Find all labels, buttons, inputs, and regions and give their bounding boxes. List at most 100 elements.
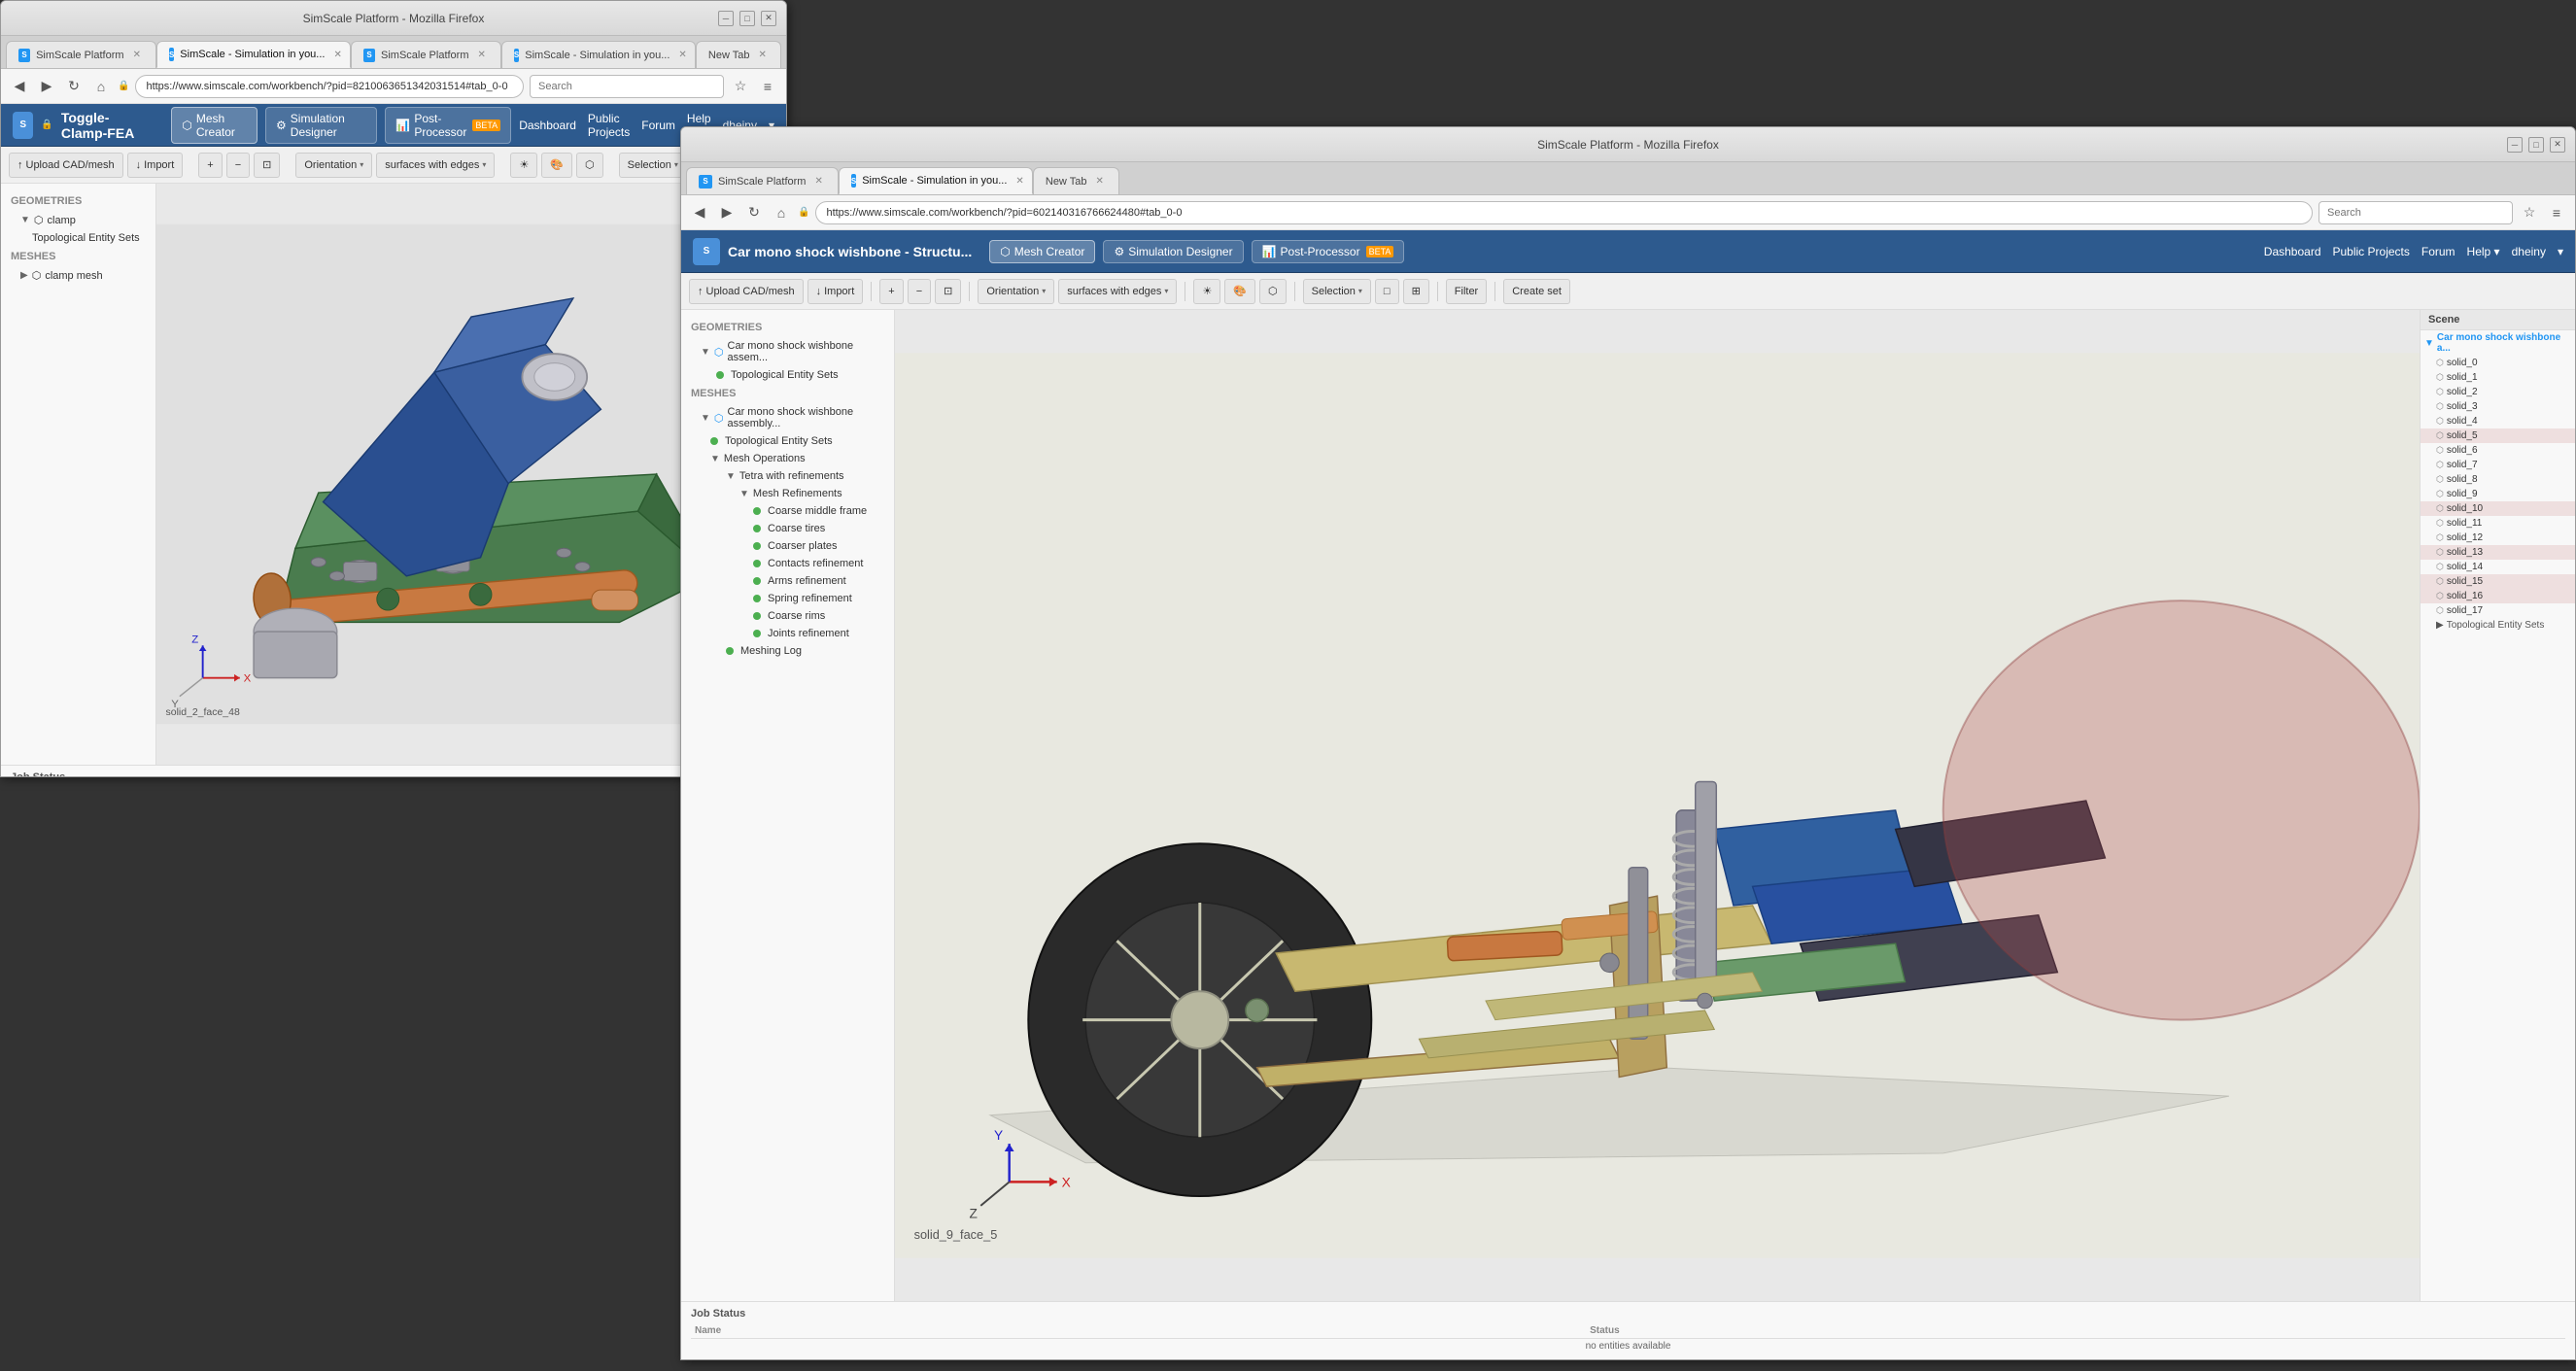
maximize-btn-2[interactable]: □ <box>2528 137 2544 153</box>
url-input-2[interactable] <box>815 201 2313 224</box>
scene-item-topo-2[interactable]: ▶ Topological Entity Sets <box>2421 618 2575 633</box>
scene-item-solid8[interactable]: ⬡ solid_8 <box>2421 472 2575 487</box>
dashboard-link-1[interactable]: Dashboard <box>519 119 576 132</box>
sidebar-mesh-2[interactable]: ▼ ⬡ Car mono shock wishbone assembly... <box>681 403 894 432</box>
tab-2-close-3[interactable]: ✕ <box>1092 175 1106 188</box>
scene-item-solid3[interactable]: ⬡ solid_3 <box>2421 399 2575 414</box>
reload-btn-1[interactable]: ↻ <box>63 76 85 97</box>
orientation-btn-2[interactable]: Orientation ▾ <box>978 279 1054 304</box>
bg-btn-2[interactable]: 🎨 <box>1224 279 1255 304</box>
scene-item-solid6[interactable]: ⬡ solid_6 <box>2421 443 2575 458</box>
scene-item-solid13[interactable]: ⬡ solid_13 <box>2421 545 2575 560</box>
tab-1-simscale[interactable]: S SimScale Platform ✕ <box>6 41 156 68</box>
dashboard-link-2[interactable]: Dashboard <box>2264 245 2321 258</box>
reload-btn-2[interactable]: ↻ <box>743 202 765 223</box>
sidebar-arms-2[interactable]: Arms refinement <box>681 572 894 590</box>
sidebar-tetra-2[interactable]: ▼ Tetra with refinements <box>681 467 894 485</box>
menu-btn-2[interactable]: ≡ <box>2546 202 2567 223</box>
view-mode-btn-2[interactable]: surfaces with edges ▾ <box>1058 279 1177 304</box>
sidebar-mesh-1[interactable]: ▶ ⬡ clamp mesh <box>1 266 155 285</box>
zoom-in-btn-1[interactable]: + <box>198 153 222 178</box>
sidebar-topo-sets-1[interactable]: Topological Entity Sets <box>1 229 155 247</box>
forum-link-2[interactable]: Forum <box>2421 245 2456 258</box>
tab-close-4[interactable]: ✕ <box>675 49 689 61</box>
sidebar-geometry-1[interactable]: ▼ ⬡ clamp <box>1 211 155 229</box>
sidebar-topo-2[interactable]: Topological Entity Sets <box>681 366 894 384</box>
light-btn-2[interactable]: ☀ <box>1193 279 1220 304</box>
public-projects-link-2[interactable]: Public Projects <box>2333 245 2410 258</box>
back-btn-2[interactable]: ◀ <box>689 202 710 223</box>
select-mode-btn-2[interactable]: □ <box>1375 279 1399 304</box>
filter-btn-2[interactable]: Filter <box>1446 279 1487 304</box>
forward-btn-2[interactable]: ▶ <box>716 202 738 223</box>
zoom-fit-btn-2[interactable]: ⊡ <box>935 279 961 304</box>
sidebar-mesh-topo-2[interactable]: Topological Entity Sets <box>681 432 894 450</box>
minimize-btn-2[interactable]: ─ <box>2507 137 2523 153</box>
scene-item-solid9[interactable]: ⬡ solid_9 <box>2421 487 2575 501</box>
wireframe-btn-2[interactable]: ⬡ <box>1259 279 1287 304</box>
scene-item-solid4[interactable]: ⬡ solid_4 <box>2421 414 2575 428</box>
scene-item-solid10[interactable]: ⬡ solid_10 <box>2421 501 2575 516</box>
search-input-1[interactable] <box>530 75 724 98</box>
sidebar-coarse-tires-2[interactable]: Coarse tires <box>681 520 894 537</box>
orientation-btn-1[interactable]: Orientation ▾ <box>295 153 372 178</box>
scene-item-solid17[interactable]: ⬡ solid_17 <box>2421 603 2575 618</box>
help-link-2[interactable]: Help ▾ <box>2467 245 2500 258</box>
sidebar-mesh-ops-2[interactable]: ▼ Mesh Operations <box>681 450 894 467</box>
sidebar-joints-2[interactable]: Joints refinement <box>681 625 894 642</box>
tab-close-5[interactable]: ✕ <box>756 49 770 61</box>
select-mode2-btn-2[interactable]: ⊞ <box>1403 279 1429 304</box>
scene-item-solid14[interactable]: ⬡ solid_14 <box>2421 560 2575 574</box>
scene-item-solid7[interactable]: ⬡ solid_7 <box>2421 458 2575 472</box>
view-mode-btn-1[interactable]: surfaces with edges ▾ <box>376 153 495 178</box>
forward-btn-1[interactable]: ▶ <box>36 76 57 97</box>
import-btn-2[interactable]: ↓ Import <box>807 279 864 304</box>
viewport-2[interactable]: X Y Z solid_9_face_5 <box>895 310 2420 1301</box>
sidebar-geometry-2[interactable]: ▼ ⬡ Car mono shock wishbone assem... <box>681 337 894 366</box>
forum-link-1[interactable]: Forum <box>641 119 675 132</box>
scene-item-solid2[interactable]: ⬡ solid_2 <box>2421 385 2575 399</box>
scene-item-solid11[interactable]: ⬡ solid_11 <box>2421 516 2575 531</box>
sidebar-contacts-2[interactable]: Contacts refinement <box>681 555 894 572</box>
user-dropdown-2[interactable]: ▾ <box>2558 245 2563 258</box>
tab-1-simscale2[interactable]: S SimScale Platform ✕ <box>351 41 501 68</box>
bg-btn-1[interactable]: 🎨 <box>541 153 572 178</box>
tab-1-simulation[interactable]: S SimScale - Simulation in you... ✕ <box>156 41 351 68</box>
sidebar-coarse-frame-2[interactable]: Coarse middle frame <box>681 502 894 520</box>
tab-1-simulation2[interactable]: S SimScale - Simulation in you... ✕ <box>501 41 696 68</box>
post-processor-btn-2[interactable]: 📊 Post-Processor BETA <box>1252 240 1405 263</box>
sim-designer-btn-1[interactable]: ⚙ Simulation Designer <box>265 107 377 144</box>
mesh-creator-btn-1[interactable]: ⬡ Mesh Creator <box>171 107 258 144</box>
post-processor-btn-1[interactable]: 📊 Post-Processor BETA <box>385 107 511 144</box>
home-btn-1[interactable]: ⌂ <box>90 76 112 97</box>
tab-2-close-2[interactable]: ✕ <box>1013 175 1026 188</box>
mesh-creator-btn-2[interactable]: ⬡ Mesh Creator <box>989 240 1095 263</box>
tab-close-1[interactable]: ✕ <box>130 49 144 61</box>
sidebar-coarser-plates-2[interactable]: Coarser plates <box>681 537 894 555</box>
create-set-btn-2[interactable]: Create set <box>1503 279 1570 304</box>
tab-2-simscale[interactable]: S SimScale Platform ✕ <box>686 167 839 194</box>
zoom-fit-btn-1[interactable]: ⊡ <box>254 153 280 178</box>
selection-btn-1[interactable]: Selection ▾ <box>619 153 687 178</box>
sidebar-spring-2[interactable]: Spring refinement <box>681 590 894 607</box>
window-controls-2[interactable]: ─ □ ✕ <box>2507 137 2565 153</box>
home-btn-2[interactable]: ⌂ <box>771 202 792 223</box>
menu-btn-1[interactable]: ≡ <box>757 76 778 97</box>
close-btn-1[interactable]: ✕ <box>761 11 776 26</box>
tab-close-3[interactable]: ✕ <box>475 49 489 61</box>
search-input-2[interactable] <box>2318 201 2513 224</box>
scene-item-solid12[interactable]: ⬡ solid_12 <box>2421 531 2575 545</box>
tab-close-2[interactable]: ✕ <box>330 49 344 61</box>
light-btn-1[interactable]: ☀ <box>510 153 537 178</box>
back-btn-1[interactable]: ◀ <box>9 76 30 97</box>
tab-2-simulation[interactable]: S SimScale - Simulation in you... ✕ <box>839 167 1033 194</box>
close-btn-2[interactable]: ✕ <box>2550 137 2565 153</box>
public-projects-link-1[interactable]: Public Projects <box>588 112 630 139</box>
scene-root-2[interactable]: ▼ Car mono shock wishbone a... <box>2421 330 2575 356</box>
selection-btn-2[interactable]: Selection ▾ <box>1303 279 1371 304</box>
tab-1-newtab[interactable]: New Tab ✕ <box>696 41 781 68</box>
scene-item-solid1[interactable]: ⬡ solid_1 <box>2421 370 2575 385</box>
upload-cad-btn-2[interactable]: ↑ Upload CAD/mesh <box>689 279 804 304</box>
tab-2-newtab[interactable]: New Tab ✕ <box>1033 167 1119 194</box>
scene-item-solid0[interactable]: ⬡ solid_0 <box>2421 356 2575 370</box>
